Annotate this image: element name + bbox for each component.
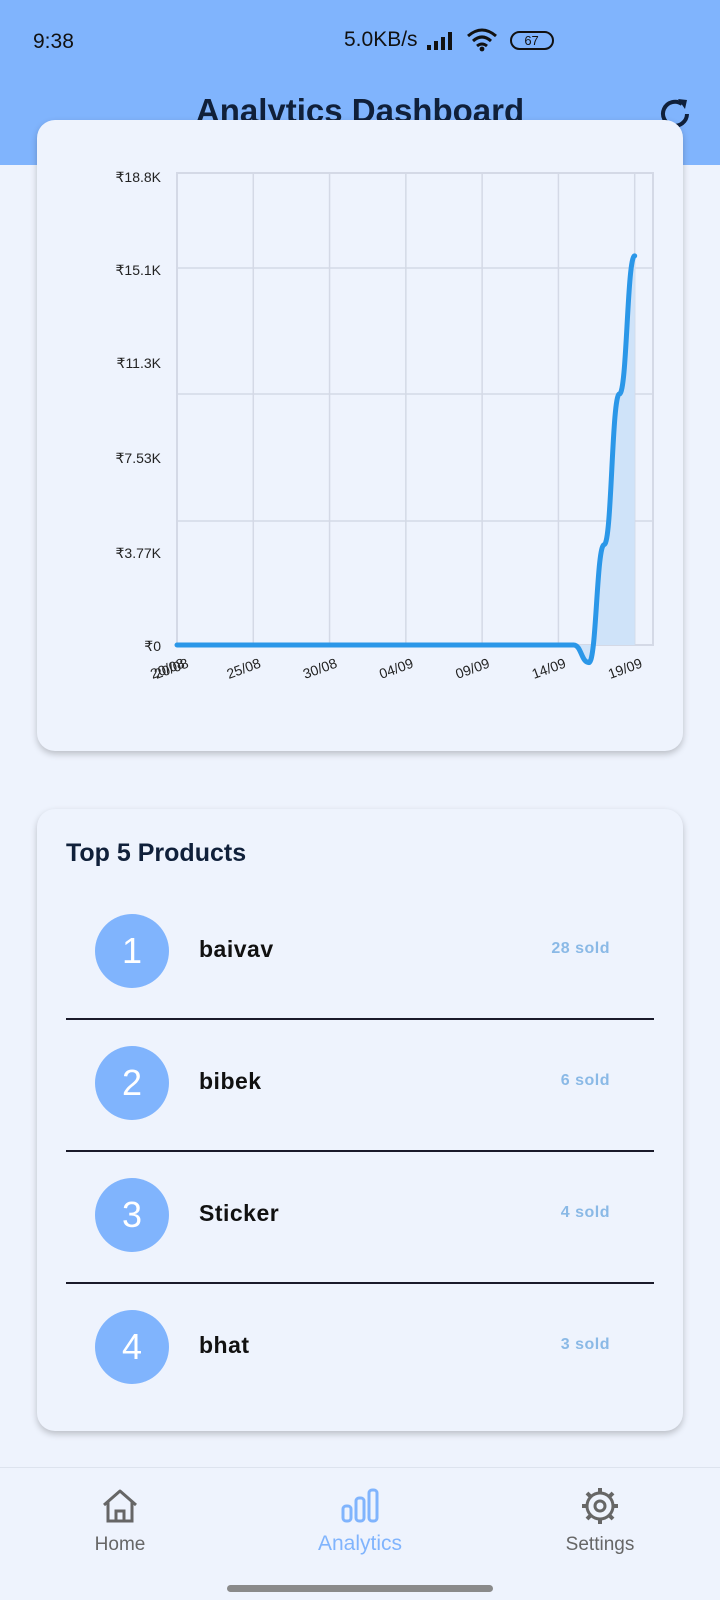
analytics-icon (341, 1488, 379, 1523)
status-icons: 5.0KB/s 67 (344, 28, 554, 52)
product-sold-count: 28 sold (551, 940, 610, 957)
product-row[interactable]: 3 Sticker 4 sold (66, 1150, 654, 1282)
revenue-line-chart: ₹0 ₹3.77K ₹7.53K ₹11.3K ₹15.1K ₹18.8K 20/08 25… (116, 169, 654, 682)
x-axis-ticks: 20/08 25/08 30/08 04/09 09/09 14/09 19/0920/08 (148, 655, 644, 682)
y-tick-label: ₹3.77K (116, 545, 162, 561)
product-row[interactable]: 4 bhat 3 sold (66, 1282, 654, 1414)
wifi-icon (466, 28, 497, 52)
y-tick-label: ₹7.53K (116, 450, 162, 466)
x-tick-label: 14/09 (529, 655, 568, 682)
y-tick-label: ₹11.3K (117, 355, 162, 371)
home-icon (103, 1489, 137, 1523)
nav-home[interactable]: Home (0, 1468, 240, 1572)
y-tick-label: ₹15.1K (116, 262, 162, 278)
product-row[interactable]: 2 bibek 6 sold (66, 1018, 654, 1150)
rank-badge: 3 (95, 1178, 169, 1252)
rank-badge: 4 (95, 1310, 169, 1384)
y-tick-label: ₹18.8K (116, 169, 162, 185)
rank-badge: 2 (95, 1046, 169, 1120)
product-name: bhat (199, 1332, 250, 1358)
status-time: 9:38 (33, 30, 74, 53)
home-indicator (227, 1585, 493, 1592)
products-title: Top 5 Products (66, 839, 247, 867)
chart-frame (176, 172, 654, 646)
chart-grid (176, 172, 654, 646)
y-tick-label: ₹0 (144, 638, 161, 654)
nav-home-label: Home (94, 1534, 146, 1555)
product-name: bibek (199, 1068, 262, 1094)
rank-badge: 1 (95, 914, 169, 988)
top-products-card: Top 5 Products 1 baivav 28 sold 2 bibek … (37, 809, 683, 1431)
product-sold-count: 6 sold (560, 1072, 610, 1089)
x-tick-label: 19/09 (606, 655, 645, 682)
product-sold-count: 4 sold (560, 1204, 610, 1221)
product-name: Sticker (199, 1200, 280, 1226)
network-speed: 5.0KB/s (344, 28, 418, 51)
x-tick-label: 04/09 (377, 655, 416, 682)
product-sold-count: 3 sold (560, 1336, 610, 1353)
product-row[interactable]: 1 baivav 28 sold (66, 886, 654, 1018)
x-tick-label: 30/08 (301, 655, 340, 682)
x-tick-label: 20/08 (152, 655, 191, 682)
x-tick-label: 25/08 (224, 655, 263, 682)
nav-analytics[interactable]: Analytics (240, 1468, 480, 1572)
nav-settings-label: Settings (565, 1534, 635, 1555)
settings-icon (582, 1488, 618, 1524)
nav-analytics-label: Analytics (317, 1532, 403, 1555)
nav-settings[interactable]: Settings (480, 1468, 720, 1572)
x-tick-label: 09/09 (453, 655, 492, 682)
product-name: baivav (199, 936, 274, 962)
signal-icon (426, 32, 452, 50)
battery-icon: 67 (509, 30, 554, 50)
bottom-navigation: Home Analytics Settings (0, 1467, 720, 1571)
y-axis-ticks: ₹0 ₹3.77K ₹7.53K ₹11.3K ₹15.1K ₹18.8K (116, 169, 162, 654)
